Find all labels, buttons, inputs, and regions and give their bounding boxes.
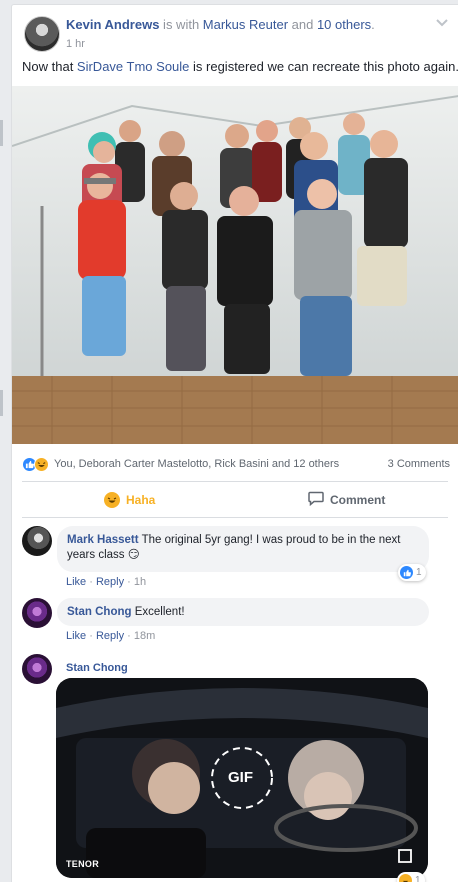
side-edge-marker [0, 120, 3, 146]
comment-like-link[interactable]: Like [66, 630, 86, 642]
chevron-down-icon[interactable] [436, 15, 448, 30]
gif-attachment[interactable]: GIF TENOR [56, 678, 428, 878]
haha-icon [104, 492, 120, 508]
haha-label: Haha [126, 493, 156, 507]
comment-reactions[interactable]: 1 [397, 872, 425, 882]
like-icon [400, 566, 413, 579]
tagged-person-link[interactable]: Markus Reuter [203, 17, 288, 32]
gif-badge: GIF [228, 769, 253, 786]
commenter-name[interactable]: Stan Chong [66, 662, 128, 674]
comment-reactions[interactable]: 1 [398, 564, 426, 581]
divider [22, 481, 448, 482]
comment-text: Excellent! [134, 606, 185, 618]
commenter-avatar[interactable] [22, 654, 52, 684]
comment-like-link[interactable]: Like [66, 576, 86, 588]
post-actions: Haha Comment [22, 485, 448, 515]
comment-bubble: Stan Chong Excellent! [57, 598, 429, 626]
comment-icon [308, 491, 324, 509]
comment-button[interactable]: Comment [308, 489, 385, 511]
comment-bubble: Mark Hassett The original 5yr gang! I wa… [57, 526, 429, 572]
commenter-avatar[interactable] [22, 598, 52, 628]
tagged-others-link[interactable]: 10 others [317, 17, 371, 32]
post-card: Kevin Andrews is with Markus Reuter and … [11, 4, 458, 882]
mention-link[interactable]: SirDave Tmo Soule [77, 59, 189, 74]
comment-reply-link[interactable]: Reply [96, 576, 124, 588]
commenter-name[interactable]: Stan Chong [67, 606, 132, 618]
comment-meta: Like · Reply · 1h [66, 576, 147, 588]
author-avatar[interactable] [24, 16, 60, 52]
comment-label: Comment [330, 493, 386, 507]
comment-meta: Like · Reply · 18m [66, 630, 156, 642]
smirk-emoji: 😏 [127, 549, 140, 561]
haha-icon [399, 874, 412, 882]
haha-button[interactable]: Haha [104, 489, 155, 511]
open-external-icon[interactable] [396, 847, 416, 867]
divider [22, 517, 448, 518]
post-header: Kevin Andrews is with Markus Reuter and … [24, 15, 448, 55]
reaction-icons [22, 457, 52, 473]
post-timestamp[interactable]: 1 hr [66, 38, 85, 50]
reaction-summary[interactable]: You, Deborah Carter Mastelotto, Rick Bas… [22, 455, 450, 475]
group-photo-image [12, 86, 458, 444]
comment-time[interactable]: 1h [134, 576, 146, 588]
post-photo[interactable] [12, 86, 458, 444]
comments-count-link[interactable]: 3 Comments [388, 458, 450, 470]
comment-reply-link[interactable]: Reply [96, 630, 124, 642]
side-edge-marker [0, 390, 3, 416]
comment-time[interactable]: 18m [134, 630, 155, 642]
post-byline: Kevin Andrews is with Markus Reuter and … [66, 17, 375, 32]
haha-icon [34, 457, 49, 472]
reaction-names[interactable]: You, Deborah Carter Mastelotto, Rick Bas… [54, 458, 339, 470]
author-name-link[interactable]: Kevin Andrews [66, 17, 159, 32]
commenter-avatar[interactable] [22, 526, 52, 556]
post-message: Now that SirDave Tmo Soule is registered… [22, 59, 458, 74]
commenter-name[interactable]: Mark Hassett [67, 534, 139, 546]
tenor-label: TENOR [66, 859, 99, 869]
